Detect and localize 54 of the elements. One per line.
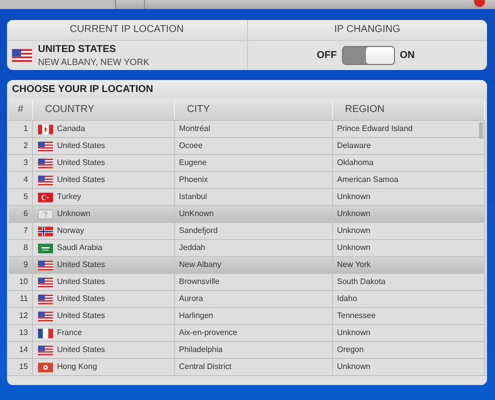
country-name: Norway [57, 225, 84, 237]
location-row[interactable]: 5 Turkey Istanbul Unknown [9, 188, 485, 205]
question-flag-icon [38, 208, 53, 220]
location-row[interactable]: 2 United States Ocoee Delaware [9, 137, 485, 154]
country-name: United States [57, 293, 106, 305]
us-flag-icon [12, 49, 32, 62]
france-flag-icon [38, 328, 53, 338]
location-row[interactable]: 3 United States Eugene Oklahoma [9, 154, 485, 171]
canada-flag-icon [38, 124, 53, 134]
off-label: OFF [316, 50, 337, 61]
location-row[interactable]: 8 Saudi Arabia Jeddah Unknown [9, 239, 485, 256]
country-name: United States [57, 344, 106, 356]
location-row[interactable]: 9 United States New Albany New York [9, 256, 485, 273]
us-flag-icon [38, 276, 53, 288]
country-name: United States [57, 140, 106, 152]
card-title: CHOOSE YOUR IP LOCATION [7, 80, 487, 99]
norway-flag-icon [38, 226, 53, 236]
on-label: ON [400, 50, 415, 61]
location-row[interactable]: 13 France Aix-en-provence Unknown [9, 324, 485, 341]
location-row[interactable]: 14 United States Philadelphia Oregon [9, 341, 485, 358]
location-row[interactable]: 12 United States Harlingen Tennessee [9, 307, 485, 324]
us-flag-icon [38, 344, 53, 356]
location-row[interactable]: 15 Hong Kong Central District Unknown [9, 358, 485, 375]
country-name: Hong Kong [57, 361, 98, 373]
country-name: United States [57, 157, 106, 169]
us-flag-icon [38, 294, 53, 304]
country-name: United States [57, 259, 106, 271]
country-name: United States [57, 174, 106, 186]
current-place: NEW ALBANY, NEW YORK [38, 57, 150, 67]
country-name: Saudi Arabia [57, 242, 102, 254]
hong-kong-flag-icon [38, 362, 53, 372]
country-name: France [57, 327, 82, 339]
current-country: UNITED STATES [38, 44, 117, 55]
location-row[interactable]: 6 Unknown UnKnown Unknown [9, 205, 485, 222]
country-name: Unknown [57, 208, 90, 220]
saudi-flag-icon [38, 242, 53, 254]
location-row[interactable]: 4 United States Phoenix American Samoa [9, 171, 485, 188]
location-row[interactable]: 11 United States Aurora Idaho [9, 290, 485, 307]
country-name: United States [57, 276, 106, 288]
section-header: CURRENT IP LOCATION [7, 20, 246, 41]
us-flag-icon [38, 174, 53, 186]
ip-changing-toggle[interactable] [342, 46, 395, 65]
turkey-flag-icon [38, 192, 53, 202]
country-name: United States [57, 310, 106, 322]
location-row[interactable]: 10 United States Brownsville South Dakota [9, 273, 485, 290]
us-flag-icon [38, 158, 53, 168]
us-flag-icon [38, 140, 53, 152]
us-flag-icon [38, 260, 53, 270]
country-name: Canada [57, 123, 86, 135]
country-name: Turkey [57, 191, 82, 203]
us-flag-icon [38, 310, 53, 322]
location-row[interactable]: 7 Norway Sandefjord Unknown [9, 222, 485, 239]
location-row[interactable]: 1 Canada Montréal Prince Edward Island [9, 120, 485, 137]
section-header: IP CHANGING [248, 20, 487, 41]
